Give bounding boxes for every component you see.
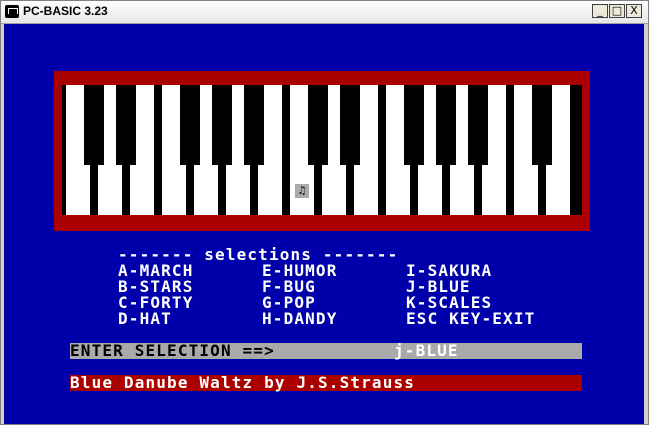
prompt-input-value[interactable]: j-BLUE [394, 343, 459, 359]
black-key [84, 85, 104, 165]
menu-item-h: H-DANDY [262, 309, 338, 328]
piano-frame [54, 71, 590, 231]
black-key [404, 85, 424, 165]
note-cursor-icon: ♫ [295, 184, 309, 198]
app-icon [5, 5, 19, 18]
menu-item-d: D-HAT [118, 309, 172, 328]
close-button[interactable]: X [626, 4, 642, 18]
prompt-label: ENTER SELECTION ==> [70, 341, 286, 360]
black-key [244, 85, 264, 165]
piano-keyboard [62, 85, 582, 215]
maximize-button[interactable]: □ [609, 4, 625, 18]
black-key [532, 85, 552, 165]
black-key [340, 85, 360, 165]
now-playing-text: Blue Danube Waltz by J.S.Strauss [70, 373, 416, 392]
black-key [180, 85, 200, 165]
black-key [468, 85, 488, 165]
now-playing-bar: Blue Danube Waltz by J.S.Strauss [70, 375, 582, 391]
black-key [212, 85, 232, 165]
window-title: PC-BASIC 3.23 [23, 4, 108, 18]
title-bar[interactable]: PC-BASIC 3.23 _ □ X [1, 1, 648, 24]
minimize-button[interactable]: _ [592, 4, 608, 18]
black-key [116, 85, 136, 165]
pc-basic-window: PC-BASIC 3.23 _ □ X ♫ ------- selections… [0, 0, 649, 425]
black-key [436, 85, 456, 165]
black-key [308, 85, 328, 165]
basic-screen[interactable]: ♫ ------- selections ------- A-MARCH B-S… [4, 24, 644, 424]
prompt-bar[interactable]: ENTER SELECTION ==> j-BLUE [70, 343, 582, 359]
menu-item-esc: ESC KEY-EXIT [406, 309, 536, 328]
